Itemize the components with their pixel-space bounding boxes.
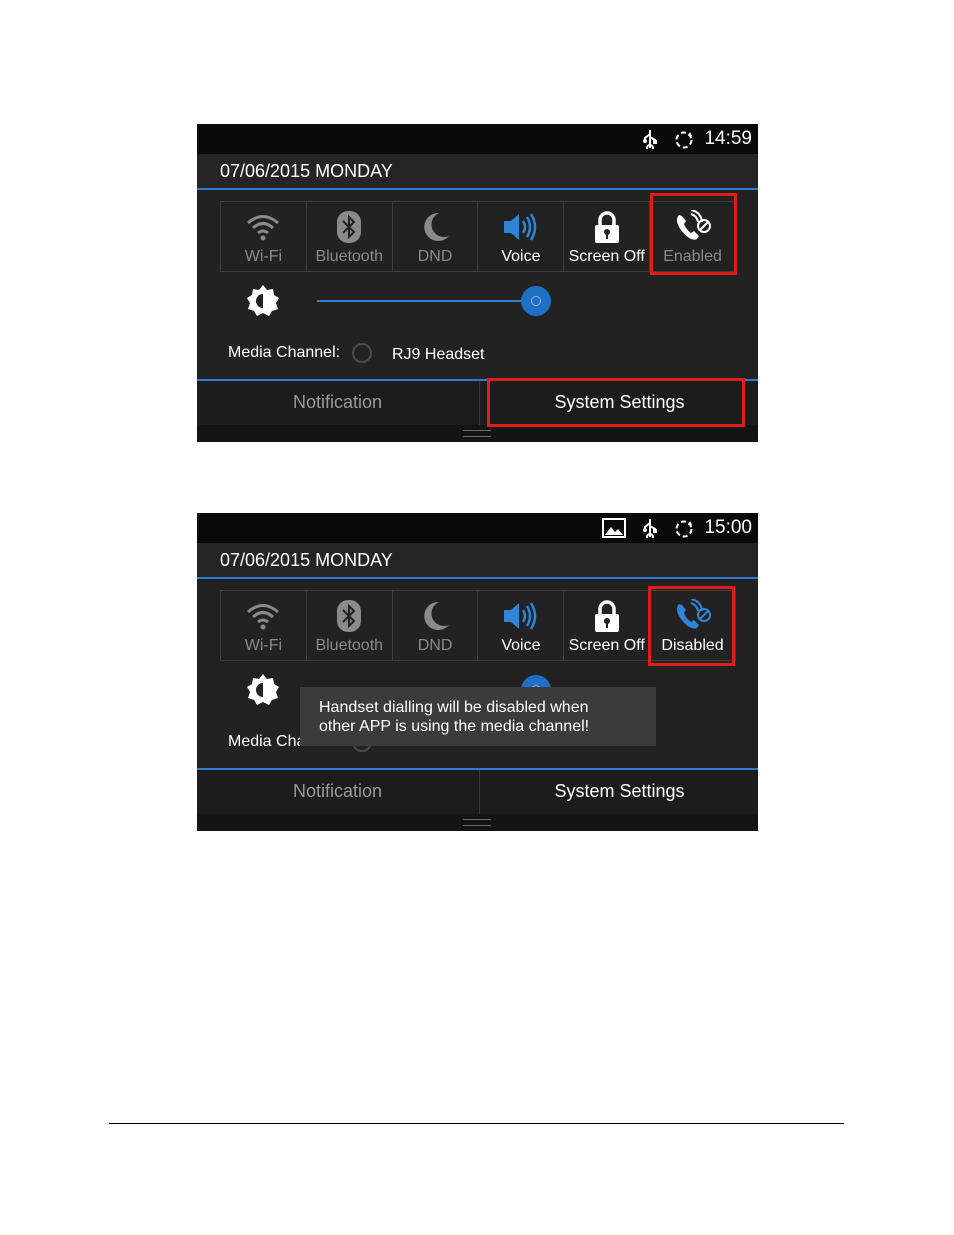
tile-label: Screen Off <box>568 248 645 265</box>
tile-dnd[interactable]: DND <box>393 591 479 660</box>
brightness-icon <box>246 673 280 712</box>
moon-icon <box>393 210 478 246</box>
tile-bluetooth[interactable]: Bluetooth <box>307 202 393 271</box>
status-bar: 14:59 <box>197 124 758 154</box>
usb-icon <box>642 518 658 543</box>
sync-icon <box>673 130 695 155</box>
toast-line-2: other APP is using the media channel! <box>319 718 590 735</box>
tab-system-settings[interactable]: System Settings <box>479 770 758 814</box>
tile-label: Wi-Fi <box>244 248 283 265</box>
wifi-icon <box>221 210 306 246</box>
tab-notification[interactable]: Notification <box>197 770 478 814</box>
bluetooth-icon <box>307 210 392 246</box>
lock-icon <box>564 210 649 246</box>
status-time: 15:00 <box>704 517 752 538</box>
date-header: 07/06/2015 MONDAY <box>197 543 758 579</box>
wifi-icon <box>221 599 306 635</box>
status-bar: 15:00 <box>197 513 758 543</box>
date-header: 07/06/2015 MONDAY <box>197 154 758 190</box>
tile-voice[interactable]: Voice <box>478 591 565 660</box>
tile-label: Bluetooth <box>315 637 384 654</box>
brightness-slider-track[interactable] <box>317 300 537 302</box>
tile-screen-off[interactable]: Screen Off <box>564 591 651 660</box>
highlight-disabled-tile <box>648 586 735 666</box>
media-channel-radio[interactable] <box>352 343 372 363</box>
sync-icon <box>673 519 695 544</box>
tab-notification[interactable]: Notification <box>197 381 478 425</box>
status-time: 14:59 <box>704 128 752 149</box>
drag-handle-bar[interactable] <box>197 425 758 442</box>
lock-icon <box>564 599 649 635</box>
tile-screen-off[interactable]: Screen Off <box>564 202 651 271</box>
tile-label: DND <box>417 248 453 265</box>
drag-handle[interactable] <box>463 430 491 437</box>
tile-bluetooth[interactable]: Bluetooth <box>307 591 393 660</box>
usb-icon <box>642 129 658 154</box>
date-label: 07/06/2015 MONDAY <box>220 550 393 570</box>
screenshot-enabled: 14:59 07/06/2015 MONDAY Wi-Fi Bluetooth … <box>197 124 758 442</box>
tile-label: Voice <box>501 637 541 654</box>
tile-label: Voice <box>501 248 541 265</box>
tile-label: Wi-Fi <box>244 637 283 654</box>
panel-tabs: Notification System Settings <box>197 768 758 814</box>
toast-line-1: Handset dialling will be disabled when <box>319 699 589 716</box>
highlight-system-settings-tab <box>487 378 745 427</box>
brightness-icon <box>246 284 280 323</box>
tile-label: DND <box>417 637 453 654</box>
speaker-icon <box>478 599 563 635</box>
tile-voice[interactable]: Voice <box>478 202 565 271</box>
moon-icon <box>393 599 478 635</box>
tile-wifi[interactable]: Wi-Fi <box>221 202 307 271</box>
drag-handle-bar[interactable] <box>197 814 758 831</box>
tile-label: Bluetooth <box>315 248 384 265</box>
brightness-slider-thumb[interactable] <box>521 286 551 316</box>
screenshot-disabled: 15:00 07/06/2015 MONDAY Wi-Fi Bluetooth … <box>197 513 758 831</box>
tile-dnd[interactable]: DND <box>393 202 479 271</box>
footer-rule <box>109 1123 844 1124</box>
picture-icon <box>601 517 627 544</box>
bluetooth-icon <box>307 599 392 635</box>
media-channel-option[interactable]: RJ9 Headset <box>392 346 485 364</box>
speaker-icon <box>478 210 563 246</box>
tile-wifi[interactable]: Wi-Fi <box>221 591 307 660</box>
tile-label: Screen Off <box>568 637 645 654</box>
media-channel-label: Media Channel: <box>228 344 341 361</box>
date-label: 07/06/2015 MONDAY <box>220 161 393 181</box>
highlight-enabled-tile <box>650 193 737 275</box>
drag-handle[interactable] <box>463 819 491 826</box>
toast-message: Handset dialling will be disabled when o… <box>300 687 656 746</box>
